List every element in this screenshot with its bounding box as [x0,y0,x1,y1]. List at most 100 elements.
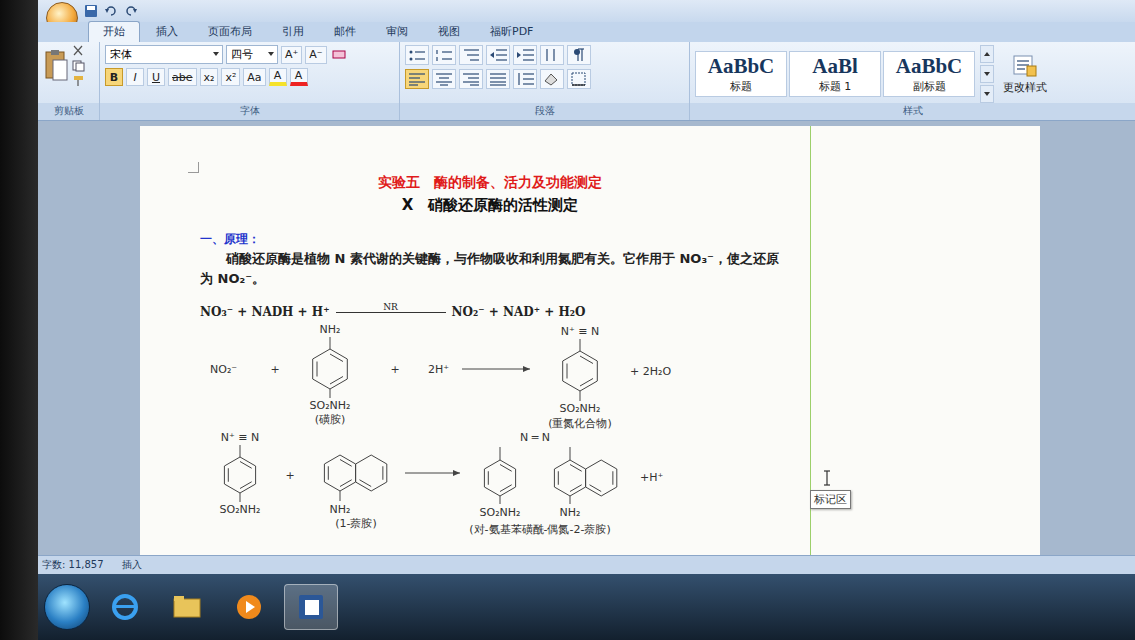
save-icon[interactable] [84,4,98,18]
copy-icon[interactable] [72,60,86,72]
bullets-button[interactable] [405,45,429,65]
undo-icon[interactable] [104,4,118,18]
insert-mode[interactable]: 插入 [122,558,142,572]
ribbon-tab[interactable]: 视图 [424,22,474,42]
alignment-row [405,69,684,89]
borders-button[interactable] [567,69,591,89]
chem-label: (磺胺) [315,413,346,426]
format-button[interactable]: I [126,68,144,86]
line-spacing-button[interactable] [513,69,537,89]
clipboard-group: 剪贴板 [38,42,100,120]
format-button[interactable]: A [269,68,287,86]
benzene-ring [224,457,255,493]
taskbar-app[interactable] [222,584,276,630]
paste-icon[interactable] [43,48,69,84]
show-marks-icon [569,47,589,63]
word-count[interactable]: 字数: 11,857 [42,558,104,572]
shading-button[interactable] [540,69,564,89]
style-card[interactable]: AaBbC标题 [695,51,787,97]
font-name-field[interactable]: 宋体 [105,45,223,64]
align-button[interactable] [432,69,456,89]
equation-right: NO₂⁻ + NAD⁺ + H₂O [452,305,586,319]
ribbon-tab[interactable]: 开始 [88,21,140,42]
style-sample: AaBbC [896,54,963,79]
chem-label: NO₂⁻ [210,363,237,376]
align-button[interactable] [486,69,510,89]
show-marks-button[interactable] [567,45,591,65]
ribbon: 剪贴板宋体四号A⁺A⁻BIUabex₂x²AaAA字体段落AaBbC标题AaBl… [38,42,1135,121]
group-body [43,45,94,103]
benzene-ring [484,460,515,496]
chem-label: N ═ N [520,431,550,444]
format-button[interactable]: U [147,68,165,86]
shading-icon [542,71,562,87]
chem-label: N⁺ ≡ N [221,431,259,444]
format-painter-icon[interactable] [72,75,86,87]
sort-button[interactable] [540,45,564,65]
font-format-row: BIUabex₂x²AaAA [105,68,394,86]
scroll-up-button[interactable] [980,45,994,63]
group-body: AaBbC标题AaBl标题 1AaBbC副标题更改样式 [695,45,1130,103]
align-button[interactable] [459,69,483,89]
decrease-indent-icon [488,47,508,63]
benzene-ring [586,460,617,496]
numbering-button[interactable] [432,45,456,65]
format-button[interactable]: A [290,68,308,86]
line-spacing-icon [515,71,535,87]
ribbon-tab[interactable]: 邮件 [320,22,370,42]
format-button[interactable]: abe [168,68,197,86]
increase-indent-button[interactable] [513,45,537,65]
decrease-indent-button[interactable] [486,45,510,65]
chem-label: SO₂NH₂ [310,399,351,412]
chem-label: N⁺ ≡ N [561,325,599,338]
status-bar: 字数: 11,857 插入 [38,555,1135,574]
ribbon-tab[interactable]: 引用 [268,22,318,42]
ribbon-tab[interactable]: 福昕PDF [476,22,547,42]
scroll-down-button[interactable] [980,65,994,83]
monitor-bezel [0,0,38,640]
taskbar-app[interactable] [284,584,338,630]
chem-label: SO₂NH₂ [220,503,261,516]
style-card[interactable]: AaBl标题 1 [789,51,881,97]
style-label: 标题 1 [819,79,852,94]
format-button[interactable]: B [105,68,123,86]
start-button[interactable] [44,584,90,630]
benzene-ring [313,349,348,389]
font-size-button[interactable]: A⁻ [305,46,326,64]
cut-icon[interactable] [72,45,86,57]
folder-icon [171,591,203,623]
chem-label: + [390,363,399,376]
font-size-button[interactable]: A⁺ [281,46,302,64]
ribbon-tab[interactable]: 审阅 [372,22,422,42]
chem-label: NH₂ [320,323,341,336]
benzene-ring [356,455,387,491]
reaction-diagram: NO₂⁻+NH₂SO₂NH₂(磺胺)+2H⁺N⁺ ≡ NSO₂NH₂(重氮化合物… [200,319,760,535]
format-button[interactable]: x² [221,68,240,86]
style-label: 副标题 [913,79,946,94]
ribbon-tab[interactable]: 页面布局 [194,22,266,42]
style-card[interactable]: AaBbC副标题 [883,51,975,97]
align-button[interactable] [405,69,429,89]
text-cursor-icon [822,470,832,486]
chem-label: NH₂ [560,506,581,519]
more-button[interactable] [980,85,994,103]
multilevel-button[interactable] [459,45,483,65]
benzene-ring [324,455,355,491]
style-sample: AaBl [812,54,858,79]
ribbon-tab[interactable]: 插入 [142,22,192,42]
dropdown-arrow [268,52,274,56]
format-button[interactable]: Aa [243,68,265,86]
paragraph-group: 段落 [400,42,690,120]
change-styles-button[interactable]: 更改样式 [997,54,1053,95]
justify-icon [488,71,508,87]
benzene-ring [554,460,585,496]
section-heading: 一、原理： [200,229,780,249]
redo-icon[interactable] [124,4,138,18]
taskbar [38,574,1135,640]
taskbar-app[interactable] [160,584,214,630]
document-area: 实验五 酶的制备、活力及功能测定X 硝酸还原酶的活性测定一、原理：硝酸还原酶是植… [38,121,1135,555]
font-size-field[interactable]: 四号 [226,45,278,64]
clear-format-icon[interactable] [330,46,350,64]
format-button[interactable]: x₂ [200,68,219,86]
taskbar-app[interactable] [98,584,152,630]
